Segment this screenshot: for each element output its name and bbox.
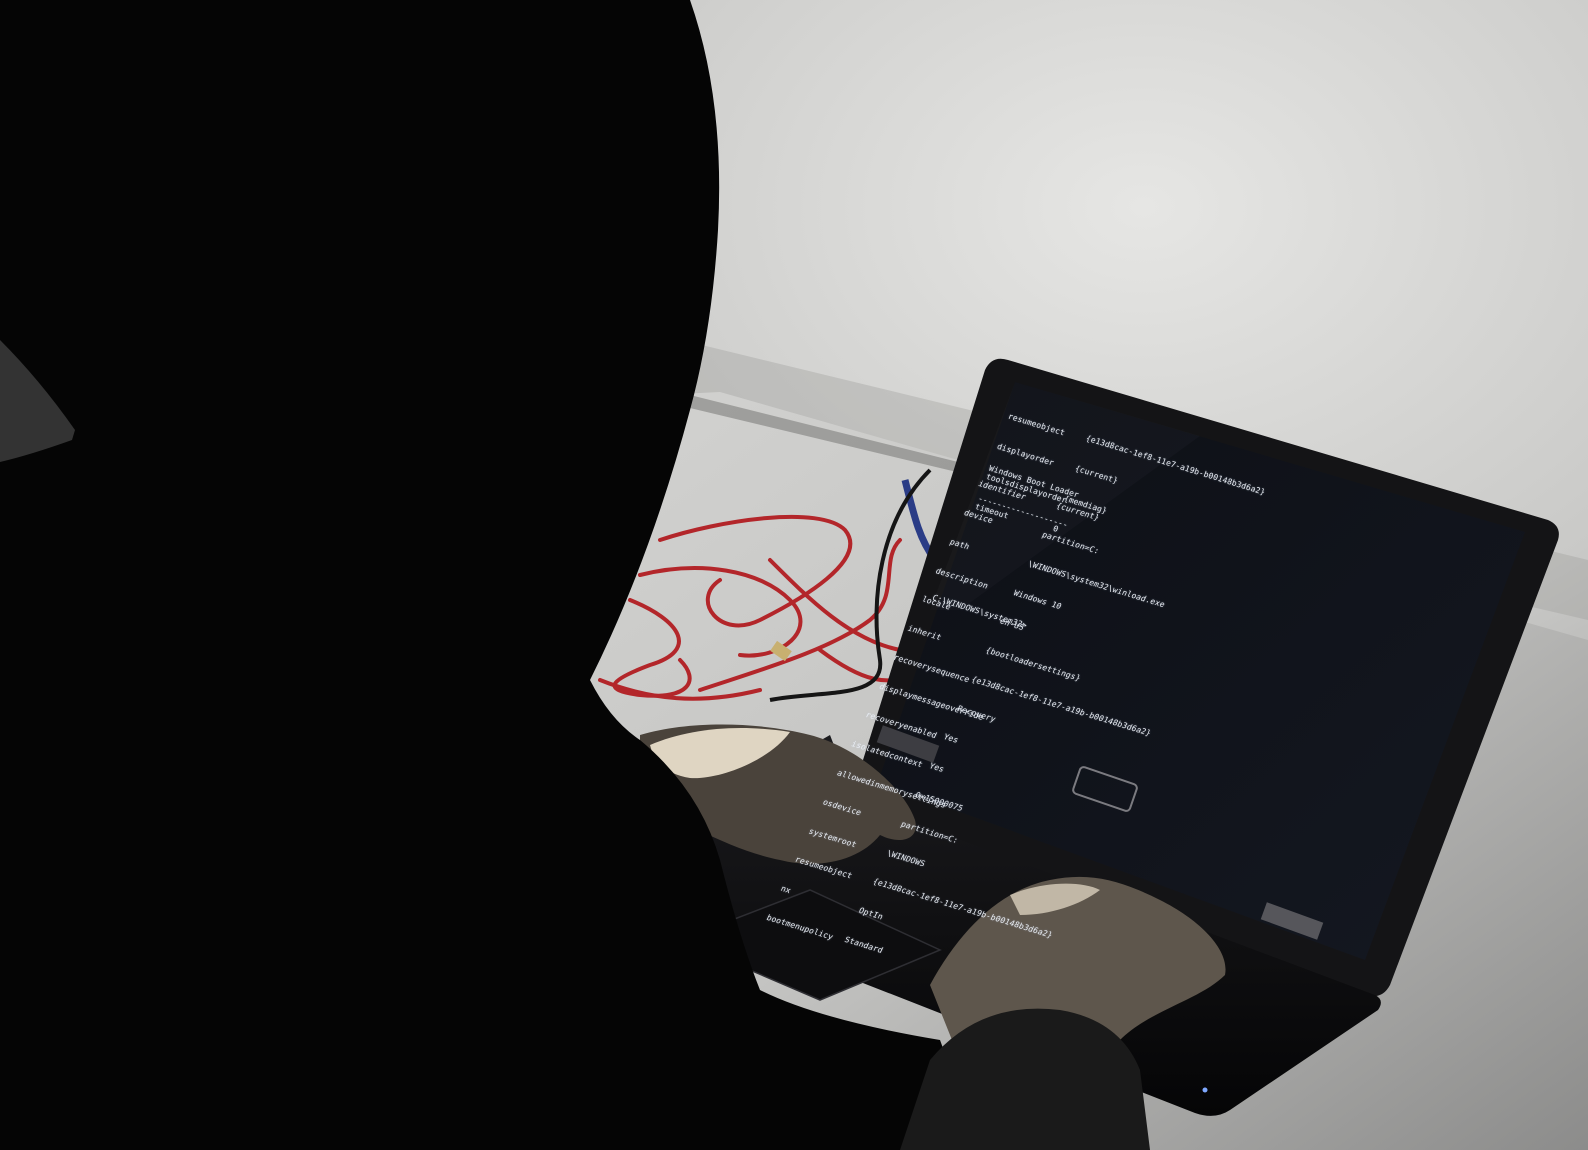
photo-scene: resumeobject displayorder toolsdisplayor…	[0, 0, 1588, 1150]
laptop-led	[1202, 1087, 1208, 1093]
scene-illustration	[0, 0, 1588, 1150]
